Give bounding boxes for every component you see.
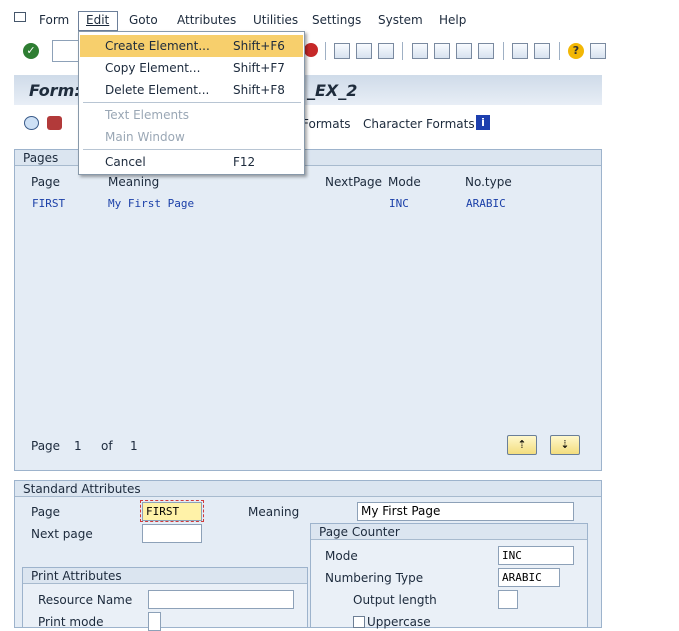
enter-check-icon[interactable]: ✓ (23, 43, 39, 59)
next-page-input[interactable] (142, 524, 202, 543)
delete-row-button[interactable]: ⇣ (550, 435, 580, 455)
toolbar-separator (325, 42, 326, 60)
menu-item-shortcut: Shift+F8 (233, 83, 285, 97)
uppercase-label: Uppercase (367, 615, 431, 629)
new-session-icon[interactable] (512, 43, 528, 59)
menu-separator (83, 102, 301, 103)
print-mode-label: Print mode (38, 615, 104, 629)
edit-dropdown-menu: Create Element... Shift+F6 Copy Element.… (78, 31, 305, 175)
mode-field-label: Mode (325, 549, 358, 563)
menu-form[interactable]: Form (39, 13, 69, 27)
menu-edit[interactable]: Edit (86, 13, 109, 27)
menu-item-label: Main Window (105, 130, 185, 144)
print-mode-input[interactable] (148, 612, 161, 631)
menu-item-shortcut: F12 (233, 155, 256, 169)
page-title: Form: (29, 81, 81, 100)
cancel-icon[interactable] (304, 43, 318, 57)
menu-item-text-elements: Text Elements (80, 104, 303, 126)
meaning-input[interactable]: My First Page (357, 502, 574, 521)
find-icon[interactable] (356, 43, 372, 59)
page-input[interactable]: FIRST (142, 502, 202, 521)
pager-current: 1 (74, 439, 82, 453)
menu-utilities[interactable]: Utilities (253, 13, 298, 27)
other-form-icon[interactable] (47, 116, 62, 130)
column-header-meaning: Meaning (108, 175, 160, 189)
standard-attributes-header: Standard Attributes (15, 481, 601, 497)
menu-attributes[interactable]: Attributes (177, 13, 236, 27)
menu-item-label: Text Elements (105, 108, 190, 122)
display-change-icon[interactable] (24, 116, 39, 130)
table-cell-mode[interactable]: INC (389, 197, 409, 210)
table-cell-page[interactable]: FIRST (32, 197, 65, 210)
page-title-suffix: _EX_2 (307, 81, 358, 100)
paragraph-formats-button[interactable]: Formats (302, 117, 351, 131)
insert-row-button[interactable]: ⇡ (507, 435, 537, 455)
column-header-nextpage: NextPage (325, 175, 383, 189)
next-page-field-label: Next page (31, 527, 93, 541)
output-length-input[interactable] (498, 590, 518, 609)
table-cell-notype[interactable]: ARABIC (466, 197, 506, 210)
window-menu-icon[interactable] (14, 12, 26, 22)
resource-name-input[interactable] (148, 590, 294, 609)
menu-item-label: Copy Element... (105, 61, 201, 75)
page-field-label: Page (31, 505, 61, 519)
menu-settings[interactable]: Settings (312, 13, 361, 27)
menu-item-cancel[interactable]: Cancel F12 (80, 151, 303, 173)
column-header-page: Page (31, 175, 61, 189)
uppercase-checkbox[interactable] (353, 616, 365, 628)
character-formats-button[interactable]: Character Formats (363, 117, 475, 131)
mode-input[interactable]: INC (498, 546, 574, 565)
find-next-icon[interactable] (378, 43, 394, 59)
pager-of-label: of (101, 439, 113, 453)
print-attributes-header: Print Attributes (23, 568, 307, 584)
previous-page-icon[interactable] (434, 43, 450, 59)
help-icon[interactable]: ? (568, 43, 584, 59)
column-header-notype: No.type (465, 175, 512, 189)
shortcut-icon[interactable] (534, 43, 550, 59)
menu-help[interactable]: Help (439, 13, 466, 27)
first-page-icon[interactable] (412, 43, 428, 59)
menu-item-label: Delete Element... (105, 83, 210, 97)
last-page-icon[interactable] (478, 43, 494, 59)
menu-item-main-window: Main Window (80, 126, 303, 148)
table-cell-meaning[interactable]: My First Page (108, 197, 194, 210)
menu-item-label: Cancel (105, 155, 146, 169)
meaning-field-label: Meaning (248, 505, 300, 519)
menu-item-shortcut: Shift+F6 (233, 39, 285, 53)
menu-goto[interactable]: Goto (129, 13, 158, 27)
page-counter-header: Page Counter (311, 524, 587, 540)
numbering-type-label: Numbering Type (325, 571, 424, 585)
numbering-type-input[interactable]: ARABIC (498, 568, 560, 587)
info-icon[interactable]: i (476, 115, 490, 130)
toolbar-separator (503, 42, 504, 60)
menu-item-label: Create Element... (105, 39, 210, 53)
next-page-icon[interactable] (456, 43, 472, 59)
menu-system[interactable]: System (378, 13, 423, 27)
menu-separator (83, 149, 301, 150)
menu-item-copy-element[interactable]: Copy Element... Shift+F7 (80, 57, 303, 79)
print-icon[interactable] (334, 43, 350, 59)
menu-item-delete-element[interactable]: Delete Element... Shift+F8 (80, 79, 303, 101)
pages-panel (14, 149, 602, 471)
pager-label: Page (31, 439, 61, 453)
menu-item-shortcut: Shift+F7 (233, 61, 285, 75)
toolbar-separator (402, 42, 403, 60)
output-length-label: Output length (353, 593, 437, 607)
resource-name-label: Resource Name (38, 593, 133, 607)
menu-item-create-element[interactable]: Create Element... Shift+F6 (80, 35, 303, 57)
column-header-mode: Mode (388, 175, 421, 189)
layout-menu-icon[interactable] (590, 43, 606, 59)
pager-total: 1 (130, 439, 138, 453)
toolbar-separator (559, 42, 560, 60)
